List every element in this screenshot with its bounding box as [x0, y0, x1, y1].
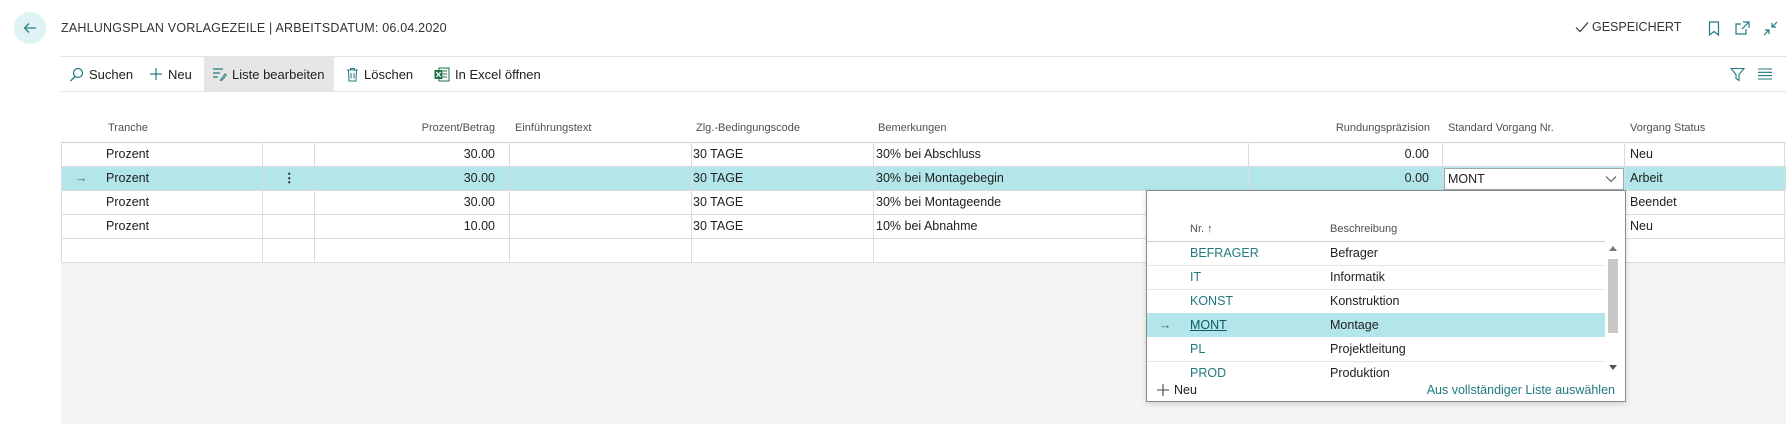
edit-list-icon [213, 68, 227, 81]
select-from-full-list-link[interactable]: Aus vollständiger Liste auswählen [1427, 383, 1615, 397]
cell-rounding[interactable]: 0.00 [1309, 142, 1429, 166]
lookup-item-code[interactable]: KONST [1190, 289, 1233, 313]
lookup-item-description: Informatik [1330, 270, 1385, 284]
column-header-rounding[interactable]: Rundungspräzision [1250, 122, 1430, 134]
cell-amount[interactable]: 30.00 [315, 190, 495, 214]
standard-task-value: MONT [1448, 172, 1485, 186]
scrollbar-thumb[interactable] [1608, 259, 1618, 333]
column-header-standard-task[interactable]: Standard Vorgang Nr. [1448, 122, 1554, 134]
back-arrow-icon [23, 23, 36, 33]
lookup-item-description: Produktion [1330, 366, 1390, 380]
lookup-item-code[interactable]: IT [1190, 265, 1201, 289]
cell-tranche[interactable]: Prozent [106, 190, 149, 214]
chevron-down-icon[interactable] [1605, 175, 1617, 183]
cell-task-status[interactable]: Neu [1630, 142, 1653, 166]
lookup-item-code[interactable]: PL [1190, 337, 1205, 361]
cell-amount[interactable]: 30.00 [315, 166, 495, 190]
lookup-item-code[interactable]: BEFRAGER [1190, 241, 1259, 265]
cell-tranche[interactable]: Prozent [106, 142, 149, 166]
cell-task-status[interactable]: Arbeit [1630, 166, 1663, 190]
column-header-tranche[interactable]: Tranche [108, 122, 148, 134]
bookmark-icon[interactable] [1704, 18, 1724, 38]
filter-icon [1730, 67, 1745, 82]
cell-rounding[interactable]: 0.00 [1309, 166, 1429, 190]
saved-label: GESPEICHERT [1592, 20, 1682, 34]
checkmark-icon [1575, 22, 1589, 33]
excel-icon [434, 67, 450, 81]
open-new-window-icon[interactable] [1732, 18, 1752, 38]
open-in-excel-button[interactable]: In Excel öffnen [426, 57, 549, 91]
new-label: Neu [168, 66, 192, 82]
lookup-item[interactable]: BEFRAGER Befrager [1147, 241, 1605, 265]
lookup-item[interactable]: PL Projektleitung [1147, 337, 1605, 361]
delete-button[interactable]: Löschen [338, 57, 421, 91]
edit-list-button[interactable]: Liste bearbeiten [204, 57, 334, 91]
delete-label: Löschen [364, 66, 414, 82]
edit-list-label: Liste bearbeiten [232, 66, 325, 82]
lookup-header-description[interactable]: Beschreibung [1330, 223, 1397, 235]
cell-amount[interactable]: 10.00 [315, 214, 495, 238]
list-view-button[interactable] [1750, 57, 1780, 91]
page-header: ZAHLUNGSPLAN VORLAGEZEILE | ARBEITSDATUM… [0, 0, 1786, 56]
lookup-new-label: Neu [1174, 383, 1197, 397]
lookup-new-button[interactable]: Neu [1157, 383, 1197, 397]
lookup-item-description: Projektleitung [1330, 342, 1406, 356]
row-actions-icon[interactable]: ⋮ [283, 166, 296, 190]
cell-payment-terms[interactable]: 30 TAGE [693, 190, 743, 214]
filter-button[interactable] [1722, 57, 1753, 91]
cell-remarks[interactable]: 30% bei Abschluss [876, 142, 981, 166]
lookup-item-code[interactable]: MONT [1190, 313, 1227, 337]
lookup-item[interactable]: KONST Konstruktion [1147, 289, 1605, 313]
column-header-amount[interactable]: Prozent/Betrag [315, 122, 495, 134]
collapse-icon[interactable] [1760, 18, 1780, 38]
lookup-item-description: Konstruktion [1330, 294, 1400, 308]
search-button[interactable]: Suchen [61, 57, 141, 91]
cell-payment-terms[interactable]: 30 TAGE [693, 214, 743, 238]
saved-status: GESPEICHERT [1575, 20, 1681, 34]
table-row[interactable]: Prozent 30.00 30 TAGE 30% bei Abschluss … [61, 142, 1786, 166]
lookup-item-code[interactable]: PROD [1190, 361, 1226, 381]
lookup-footer: Neu Aus vollständiger Liste auswählen [1147, 383, 1625, 403]
lookup-item[interactable]: IT Informatik [1147, 265, 1605, 289]
page-title: ZAHLUNGSPLAN VORLAGEZEILE | ARBEITSDATUM… [61, 21, 447, 35]
cell-payment-terms[interactable]: 30 TAGE [693, 166, 743, 190]
new-button[interactable]: Neu [141, 57, 200, 91]
plus-icon [150, 68, 162, 80]
trash-icon [347, 67, 358, 81]
column-header-task-status[interactable]: Vorgang Status [1630, 122, 1705, 134]
lookup-item-description: Montage [1330, 318, 1379, 332]
cell-remarks[interactable]: 30% bei Montageende [876, 190, 1001, 214]
cell-remarks[interactable]: 10% bei Abnahme [876, 214, 977, 238]
cell-tranche[interactable]: Prozent [106, 214, 149, 238]
plus-icon [1157, 384, 1169, 396]
column-header-intro-text[interactable]: Einführungstext [515, 122, 591, 134]
cell-amount[interactable]: 30.00 [315, 142, 495, 166]
column-header-remarks[interactable]: Bemerkungen [878, 122, 947, 134]
cell-payment-terms[interactable]: 30 TAGE [693, 142, 743, 166]
cell-task-status[interactable]: Neu [1630, 214, 1653, 238]
search-label: Suchen [89, 66, 134, 82]
lookup-item-selected[interactable]: → MONT Montage [1147, 313, 1605, 337]
search-icon [70, 67, 84, 81]
scroll-down-icon[interactable] [1609, 365, 1617, 371]
scroll-up-icon[interactable] [1609, 245, 1617, 251]
lookup-item[interactable]: PROD Produktion [1147, 361, 1605, 381]
lookup-item-description: Befrager [1330, 246, 1378, 260]
cell-remarks[interactable]: 30% bei Montagebegin [876, 166, 1004, 190]
action-toolbar: Suchen Neu Liste bearbeiten Löschen In E… [61, 56, 1786, 92]
standard-task-combobox[interactable]: MONT [1444, 168, 1624, 190]
cell-tranche[interactable]: Prozent [106, 166, 149, 190]
cell-task-status[interactable]: Beendet [1630, 190, 1677, 214]
current-row-arrow-icon: → [75, 171, 88, 185]
lookup-dropdown: Nr. ↑ Beschreibung BEFRAGER Befrager IT … [1146, 190, 1626, 402]
column-header-payment-terms[interactable]: Zlg.-Bedingungscode [696, 122, 800, 134]
current-item-arrow-icon: → [1159, 318, 1172, 332]
lookup-scrollbar[interactable] [1607, 243, 1619, 377]
back-button[interactable] [14, 12, 46, 44]
list-view-icon [1758, 68, 1772, 80]
open-in-excel-label: In Excel öffnen [455, 66, 541, 82]
lookup-header-code[interactable]: Nr. ↑ [1190, 223, 1213, 235]
